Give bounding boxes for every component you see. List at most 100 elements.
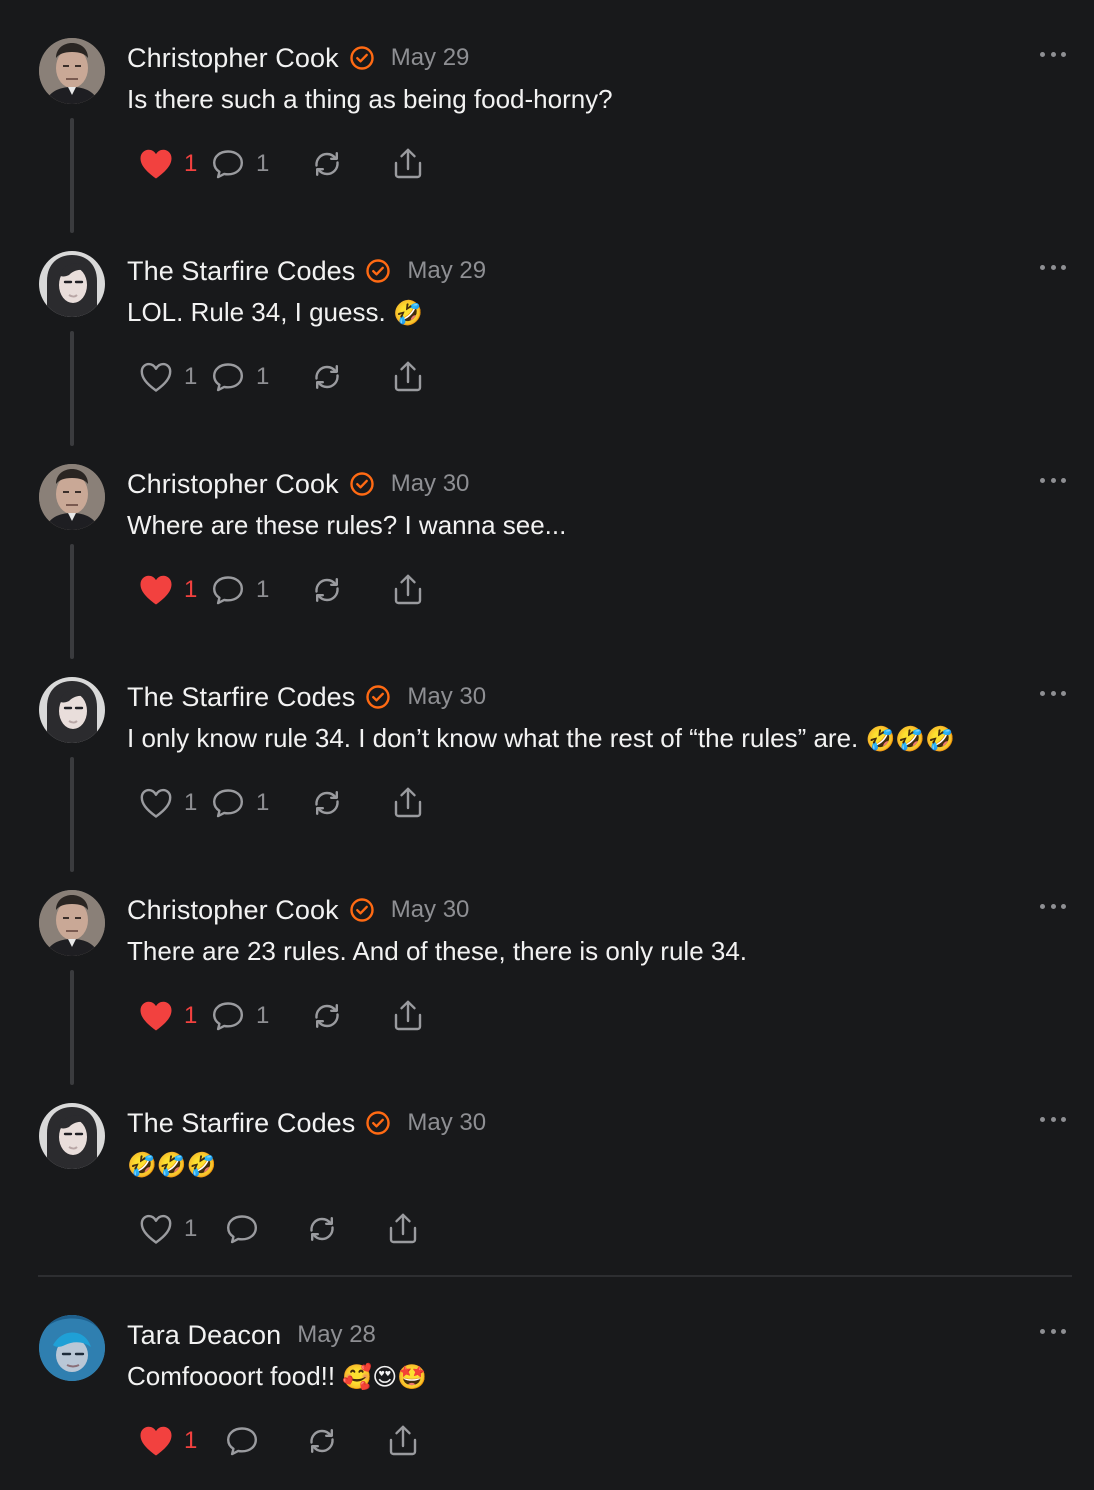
post-date[interactable]: May 29 (391, 44, 470, 72)
comment-icon (210, 360, 246, 394)
post-date[interactable]: May 30 (407, 683, 486, 711)
post-date[interactable]: May 30 (391, 896, 470, 924)
share-button[interactable] (390, 785, 426, 821)
repost-button[interactable] (309, 573, 390, 607)
share-button[interactable] (390, 572, 426, 608)
post-text: LOL. Rule 34, I guess. 🤣 (127, 297, 423, 328)
more-options-button[interactable] (1040, 470, 1066, 490)
post-text: Where are these rules? I wanna see... (127, 510, 566, 541)
avatar[interactable] (39, 1103, 105, 1169)
heart-icon (138, 573, 174, 607)
post-text-content: Is there such a thing as being food-horn… (127, 84, 613, 114)
post: Tara Deacon May 28 Comfoooort food!! 🥰😍🤩… (0, 1277, 1094, 1490)
post-header: Christopher Cook May 29 (127, 40, 469, 76)
like-button[interactable]: 1 (138, 1424, 210, 1458)
comment-icon (224, 1212, 260, 1246)
post-header: Christopher Cook May 30 (127, 892, 469, 928)
reply-count: 1 (256, 576, 270, 603)
post-date[interactable]: May 29 (407, 257, 486, 285)
repost-icon (309, 786, 345, 820)
verified-badge-icon (349, 45, 375, 71)
like-button[interactable]: 1 (138, 573, 210, 607)
repost-button[interactable] (304, 1424, 385, 1458)
post-date[interactable]: May 28 (297, 1321, 376, 1349)
reply-button[interactable] (224, 1212, 304, 1246)
author-name[interactable]: Tara Deacon (127, 1320, 281, 1351)
post-header: The Starfire Codes May 30 (127, 679, 486, 715)
post: Christopher Cook May 30 Where are these … (0, 426, 1094, 659)
more-options-button[interactable] (1040, 1321, 1066, 1341)
post: Christopher Cook May 29 Is there such a … (0, 0, 1094, 233)
like-button[interactable]: 1 (138, 1212, 210, 1246)
share-button[interactable] (385, 1211, 421, 1247)
heart-icon (138, 1424, 174, 1458)
heart-icon (138, 147, 174, 181)
post-header: The Starfire Codes May 29 (127, 253, 486, 289)
verified-badge-icon (349, 897, 375, 923)
post-header: Tara Deacon May 28 (127, 1317, 376, 1353)
post-emoji: 🥰😍🤩 (342, 1363, 428, 1391)
reply-count: 1 (256, 789, 270, 816)
share-button[interactable] (390, 146, 426, 182)
action-bar: 1 1 (138, 781, 426, 825)
post-text-content: LOL. Rule 34, I guess. (127, 297, 393, 327)
reply-button[interactable]: 1 (210, 573, 309, 607)
reply-button[interactable]: 1 (210, 360, 309, 394)
repost-button[interactable] (304, 1212, 385, 1246)
like-button[interactable]: 1 (138, 360, 210, 394)
action-bar: 1 1 (138, 142, 426, 186)
more-options-button[interactable] (1040, 683, 1066, 703)
comment-icon (210, 573, 246, 607)
avatar[interactable] (39, 1315, 105, 1381)
author-name[interactable]: The Starfire Codes (127, 1108, 355, 1139)
repost-button[interactable] (309, 999, 390, 1033)
reply-button[interactable]: 1 (210, 786, 309, 820)
heart-icon (138, 1212, 174, 1246)
repost-icon (309, 573, 345, 607)
post-text-content: Where are these rules? I wanna see... (127, 510, 567, 540)
author-name[interactable]: Christopher Cook (127, 43, 339, 74)
like-count: 1 (184, 1427, 198, 1454)
post-date[interactable]: May 30 (407, 1109, 486, 1137)
more-options-button[interactable] (1040, 44, 1066, 64)
post-date[interactable]: May 30 (391, 470, 470, 498)
post-text: 🤣🤣🤣 (127, 1149, 217, 1180)
avatar[interactable] (39, 251, 105, 317)
avatar[interactable] (39, 890, 105, 956)
like-button[interactable]: 1 (138, 999, 210, 1033)
post: Christopher Cook May 30 There are 23 rul… (0, 852, 1094, 1085)
share-button[interactable] (385, 1423, 421, 1459)
thread: Christopher Cook May 29 Is there such a … (0, 0, 1094, 1490)
like-button[interactable]: 1 (138, 147, 210, 181)
share-icon (390, 785, 426, 821)
repost-button[interactable] (309, 147, 390, 181)
more-options-button[interactable] (1040, 1109, 1066, 1129)
verified-badge-icon (365, 258, 391, 284)
author-name[interactable]: Christopher Cook (127, 469, 339, 500)
avatar[interactable] (39, 464, 105, 530)
author-name[interactable]: Christopher Cook (127, 895, 339, 926)
share-button[interactable] (390, 359, 426, 395)
author-name[interactable]: The Starfire Codes (127, 682, 355, 713)
reply-button[interactable] (224, 1424, 304, 1458)
post-emoji: 🤣🤣🤣 (127, 1151, 217, 1179)
post-header: The Starfire Codes May 30 (127, 1105, 486, 1141)
more-options-button[interactable] (1040, 896, 1066, 916)
post-text: Comfoooort food!! 🥰😍🤩 (127, 1361, 427, 1392)
author-name[interactable]: The Starfire Codes (127, 256, 355, 287)
avatar[interactable] (39, 38, 105, 104)
like-count: 1 (184, 363, 198, 390)
share-icon (390, 572, 426, 608)
share-button[interactable] (390, 998, 426, 1034)
action-bar: 1 (138, 1419, 421, 1463)
comment-icon (224, 1424, 260, 1458)
like-count: 1 (184, 150, 198, 177)
reply-button[interactable]: 1 (210, 147, 309, 181)
repost-button[interactable] (309, 786, 390, 820)
like-button[interactable]: 1 (138, 786, 210, 820)
avatar[interactable] (39, 677, 105, 743)
action-bar: 1 (138, 1207, 421, 1251)
more-options-button[interactable] (1040, 257, 1066, 277)
reply-button[interactable]: 1 (210, 999, 309, 1033)
repost-button[interactable] (309, 360, 390, 394)
